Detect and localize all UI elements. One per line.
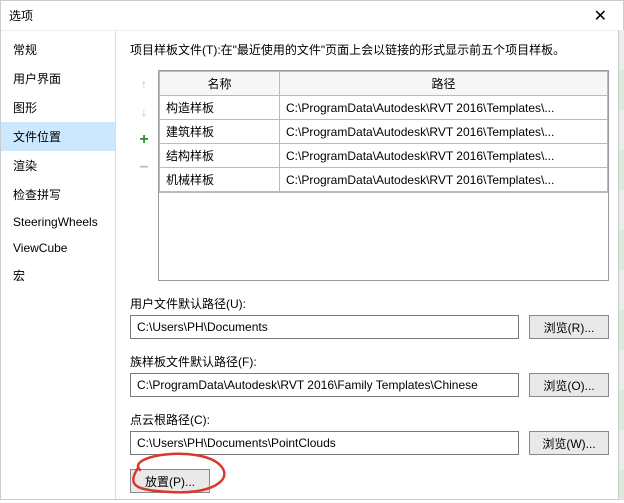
table-toolbar: ↑ ↓ + − — [130, 70, 158, 281]
field-label: 族样板文件默认路径(F): — [130, 353, 609, 370]
cell-path[interactable]: C:\ProgramData\Autodesk\RVT 2016\Templat… — [280, 168, 608, 192]
cell-name[interactable]: 机械样板 — [160, 168, 280, 192]
options-window: 选项 ✕ 常规 用户界面 图形 文件位置 渲染 检查拼写 SteeringWhe… — [0, 0, 624, 500]
sidebar-item-graphics[interactable]: 图形 — [1, 93, 115, 122]
remove-row-button[interactable]: − — [134, 158, 154, 178]
field-pointcloud-path: 点云根路径(C): 浏览(W)... — [130, 411, 609, 455]
main-panel: 项目样板文件(T):在"最近使用的文件"页面上会以链接的形式显示前五个项目样板。… — [116, 31, 623, 499]
sidebar-item-ui[interactable]: 用户界面 — [1, 64, 115, 93]
sidebar-item-macro[interactable]: 宏 — [1, 261, 115, 290]
window-body: 常规 用户界面 图形 文件位置 渲染 检查拼写 SteeringWheels V… — [1, 31, 623, 499]
table-empty-space — [159, 192, 608, 280]
browse-user-path-button[interactable]: 浏览(R)... — [529, 315, 609, 339]
arrow-down-icon: ↓ — [141, 105, 147, 119]
cell-name[interactable]: 建筑样板 — [160, 120, 280, 144]
cell-name[interactable]: 结构样板 — [160, 144, 280, 168]
cell-name[interactable]: 构造样板 — [160, 96, 280, 120]
sidebar-item-spellcheck[interactable]: 检查拼写 — [1, 180, 115, 209]
description-text: 项目样板文件(T):在"最近使用的文件"页面上会以链接的形式显示前五个项目样板。 — [130, 41, 609, 60]
right-edge-strip — [618, 30, 624, 500]
cell-path[interactable]: C:\ProgramData\Autodesk\RVT 2016\Templat… — [280, 120, 608, 144]
close-icon[interactable]: ✕ — [586, 6, 615, 26]
sidebar: 常规 用户界面 图形 文件位置 渲染 检查拼写 SteeringWheels V… — [1, 31, 116, 499]
field-label: 用户文件默认路径(U): — [130, 295, 609, 312]
place-button[interactable]: 放置(P)... — [130, 469, 210, 493]
sidebar-item-file-locations[interactable]: 文件位置 — [1, 122, 115, 151]
templates-table[interactable]: 名称 路径 构造样板 C:\ProgramData\Autodesk\RVT 2… — [158, 70, 609, 281]
table-row[interactable]: 机械样板 C:\ProgramData\Autodesk\RVT 2016\Te… — [160, 168, 608, 192]
sidebar-item-general[interactable]: 常规 — [1, 35, 115, 64]
sidebar-item-viewcube[interactable]: ViewCube — [1, 235, 115, 261]
col-header-path[interactable]: 路径 — [280, 72, 608, 96]
cell-path[interactable]: C:\ProgramData\Autodesk\RVT 2016\Templat… — [280, 96, 608, 120]
sidebar-item-render[interactable]: 渲染 — [1, 151, 115, 180]
table-area: ↑ ↓ + − 名称 路径 — [130, 70, 609, 281]
table-row[interactable]: 建筑样板 C:\ProgramData\Autodesk\RVT 2016\Te… — [160, 120, 608, 144]
move-down-button[interactable]: ↓ — [134, 102, 154, 122]
move-up-button[interactable]: ↑ — [134, 74, 154, 94]
add-row-button[interactable]: + — [134, 130, 154, 150]
field-family-path: 族样板文件默认路径(F): 浏览(O)... — [130, 353, 609, 397]
cell-path[interactable]: C:\ProgramData\Autodesk\RVT 2016\Templat… — [280, 144, 608, 168]
family-path-input[interactable] — [130, 373, 519, 397]
titlebar: 选项 ✕ — [1, 1, 623, 31]
sidebar-item-steeringwheels[interactable]: SteeringWheels — [1, 209, 115, 235]
window-title: 选项 — [9, 7, 33, 24]
table-row[interactable]: 结构样板 C:\ProgramData\Autodesk\RVT 2016\Te… — [160, 144, 608, 168]
minus-icon: − — [139, 159, 148, 177]
user-path-input[interactable] — [130, 315, 519, 339]
table-row[interactable]: 构造样板 C:\ProgramData\Autodesk\RVT 2016\Te… — [160, 96, 608, 120]
field-label: 点云根路径(C): — [130, 411, 609, 428]
browse-family-path-button[interactable]: 浏览(O)... — [529, 373, 609, 397]
field-user-path: 用户文件默认路径(U): 浏览(R)... — [130, 295, 609, 339]
browse-pointcloud-path-button[interactable]: 浏览(W)... — [529, 431, 609, 455]
plus-icon: + — [139, 131, 148, 149]
arrow-up-icon: ↑ — [141, 77, 147, 91]
pointcloud-path-input[interactable] — [130, 431, 519, 455]
col-header-name[interactable]: 名称 — [160, 72, 280, 96]
